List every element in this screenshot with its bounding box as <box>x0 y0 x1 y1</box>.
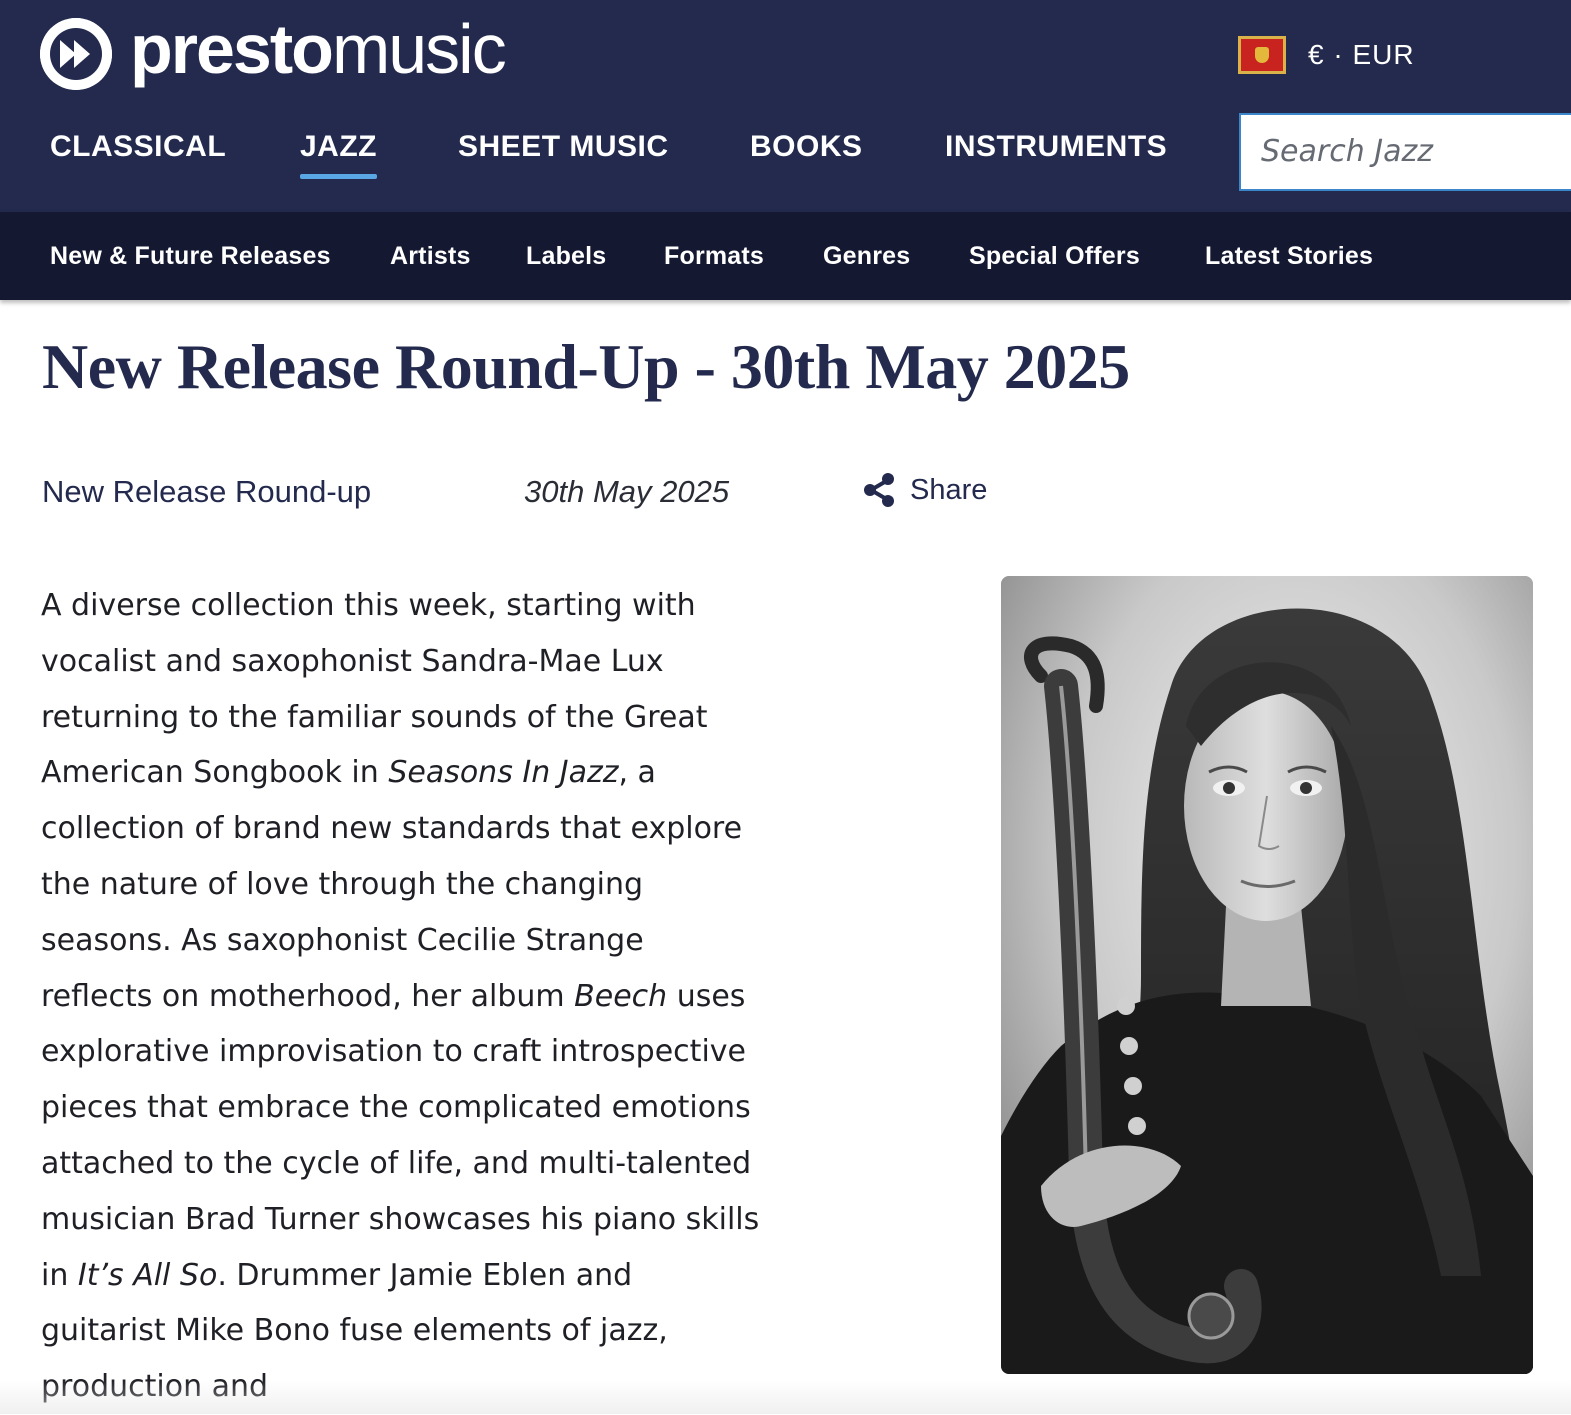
article-paragraph: A diverse collection this week, starting… <box>41 578 761 1415</box>
nav-jazz[interactable]: JAZZ <box>300 130 377 179</box>
share-label: Share <box>910 473 988 506</box>
album-title-beech: Beech <box>574 978 668 1014</box>
subnav-labels[interactable]: Labels <box>526 242 606 271</box>
article-body: A diverse collection this week, starting… <box>41 578 761 1415</box>
active-nav-indicator <box>300 174 377 179</box>
saxophonist-portrait-photo <box>1001 576 1533 1374</box>
nav-books[interactable]: BOOKS <box>750 130 863 164</box>
bottom-fade <box>0 1380 1571 1414</box>
sub-nav: New & Future Releases Artists Labels For… <box>0 212 1571 300</box>
share-icon <box>864 473 894 507</box>
nav-classical[interactable]: CLASSICAL <box>50 130 226 164</box>
page-title: New Release Round-Up - 30th May 2025 <box>42 331 1130 402</box>
fast-forward-icon <box>40 18 112 90</box>
subnav-artists[interactable]: Artists <box>390 242 471 271</box>
site-header: prestomusic € · EUR CLASSICAL JAZZ SHEET… <box>0 0 1571 212</box>
subnav-genres[interactable]: Genres <box>823 242 910 271</box>
subnav-latest-stories[interactable]: Latest Stories <box>1205 242 1373 271</box>
montenegro-flag-icon <box>1238 36 1286 74</box>
currency-label: € · EUR <box>1308 39 1415 70</box>
share-button[interactable]: Share <box>862 472 987 508</box>
subnav-new-future-releases[interactable]: New & Future Releases <box>50 242 331 271</box>
presto-music-logo[interactable]: prestomusic <box>40 14 507 90</box>
search-box <box>1239 113 1571 191</box>
currency-selector[interactable]: € · EUR <box>1238 36 1415 74</box>
body-text: , a collection of brand new standards th… <box>41 755 743 1014</box>
nav-instruments[interactable]: INSTRUMENTS <box>945 130 1167 164</box>
body-text: uses explorative improvisation to craft … <box>41 978 760 1293</box>
article-date: 30th May 2025 <box>524 474 730 509</box>
album-title-seasons-in-jazz: Seasons In Jazz <box>388 755 619 791</box>
nav-sheet-music[interactable]: SHEET MUSIC <box>458 130 669 164</box>
logo-wordmark: prestomusic <box>130 10 507 88</box>
subnav-special-offers[interactable]: Special Offers <box>969 242 1140 271</box>
subnav-formats[interactable]: Formats <box>664 242 764 271</box>
album-title-its-all-so: It’s All So <box>77 1257 218 1293</box>
search-input[interactable] <box>1259 115 1563 187</box>
article-category-link[interactable]: New Release Round-up <box>42 474 371 510</box>
